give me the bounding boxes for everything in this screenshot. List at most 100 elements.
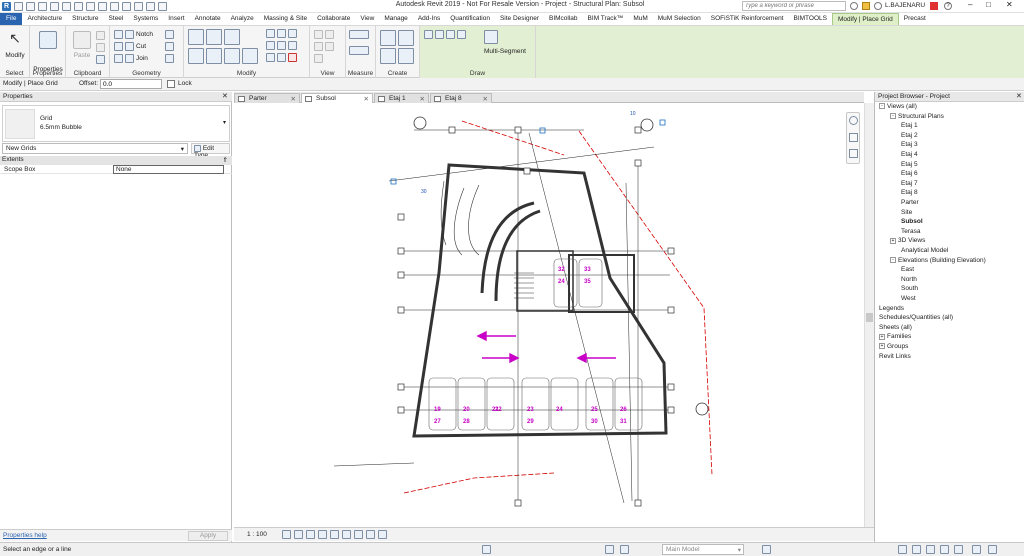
view-scale[interactable]: 1 : 100 (247, 531, 267, 538)
worksets-icon[interactable] (482, 545, 491, 554)
collapse-toggle-icon[interactable]: - (890, 256, 896, 263)
select-links-icon[interactable] (898, 545, 907, 554)
browser-item[interactable]: Etaj 8 (901, 189, 918, 196)
modify-button[interactable]: ↖ Modify (1, 29, 29, 69)
ribbon-tab[interactable]: Annotate (190, 13, 226, 25)
ribbon-tab[interactable]: SOFiSTiK Reinforcement (706, 13, 789, 25)
select-pinned-icon[interactable] (926, 545, 935, 554)
user-name[interactable]: L.BAJENARU (885, 2, 925, 9)
maximize-icon[interactable]: □ (986, 0, 991, 9)
select-box-icon[interactable] (314, 54, 323, 63)
filter-icon[interactable] (325, 42, 334, 51)
paste-button[interactable]: Paste (68, 29, 96, 69)
browser-item[interactable]: Etaj 2 (901, 132, 918, 139)
copy-element-icon[interactable] (206, 48, 222, 64)
notch-button[interactable]: Notch (114, 30, 153, 39)
close-tab-icon[interactable]: ✕ (291, 95, 296, 103)
join-button[interactable]: Join (114, 54, 148, 63)
hide-icon[interactable] (325, 30, 334, 39)
browser-item[interactable]: Etaj 3 (901, 141, 918, 148)
view-tab[interactable]: Parter ✕ (234, 93, 300, 103)
rotate-icon[interactable] (224, 48, 240, 64)
help-icon[interactable]: ? (944, 2, 952, 10)
visual-style-icon[interactable] (294, 530, 303, 539)
ribbon-tab[interactable]: BIM Track™ (583, 13, 629, 25)
close-icon[interactable]: ✕ (1006, 0, 1013, 9)
sync-icon[interactable] (38, 2, 47, 11)
browser-item[interactable]: - Structural Plans (890, 113, 944, 120)
browser-item[interactable]: South (901, 285, 918, 292)
drawing-canvas[interactable]: 32 33 24 35 19 20 21 22 23 24 25 26 27 28 29 30 31 10 30 (234, 103, 864, 527)
ribbon-tab[interactable]: Modify | Place Grid (831, 13, 899, 25)
browser-item[interactable]: + Groups (879, 343, 908, 350)
close-hidden-icon[interactable] (146, 2, 155, 11)
scroll-thumb[interactable] (866, 313, 873, 322)
ribbon-tab[interactable]: BIMTOOLS (789, 13, 832, 25)
ribbon-tab[interactable]: File (0, 13, 23, 25)
trim-multiple-icon[interactable] (277, 53, 286, 62)
ribbon-tab[interactable]: Precast (899, 13, 931, 25)
split-face-icon[interactable] (165, 42, 174, 51)
background-processes-icon[interactable] (988, 545, 997, 554)
shadows-icon[interactable] (318, 530, 327, 539)
lock-checkbox[interactable] (167, 80, 175, 88)
select-panel-label[interactable]: Select (0, 70, 29, 77)
ribbon-tab[interactable]: Steel (104, 13, 129, 25)
split-gap-icon[interactable] (288, 29, 297, 38)
delete-icon[interactable] (288, 53, 297, 62)
active-only-icon[interactable] (620, 545, 629, 554)
pin-icon[interactable] (288, 41, 297, 50)
browser-item[interactable]: Revit Links (879, 353, 911, 360)
undo-icon[interactable] (50, 2, 59, 11)
offset-input[interactable] (100, 79, 162, 89)
close-tab-icon[interactable]: ✕ (483, 95, 488, 103)
expand-toggle-icon[interactable]: + (890, 237, 896, 244)
expand-toggle-icon[interactable]: + (879, 333, 885, 340)
browser-item[interactable]: Etaj 5 (901, 161, 918, 168)
dimension-icon[interactable] (98, 2, 107, 11)
print-icon[interactable] (74, 2, 83, 11)
arc-start-end-icon[interactable] (435, 30, 444, 39)
properties-close-icon[interactable]: ✕ (222, 92, 228, 100)
collapse-toggle-icon[interactable]: - (890, 112, 896, 119)
crop-view-icon[interactable] (330, 530, 339, 539)
view-tab[interactable]: Etaj 8 ✕ (430, 93, 492, 103)
redo-icon[interactable] (62, 2, 71, 11)
ribbon-tab[interactable]: Insert (163, 13, 189, 25)
browser-item[interactable]: Legends (879, 305, 904, 312)
switch-windows-icon[interactable] (158, 2, 167, 11)
view-tab[interactable]: Etaj 1 ✕ (374, 93, 429, 103)
ribbon-tab[interactable]: Massing & Site (259, 13, 312, 25)
browser-item[interactable]: East (901, 266, 914, 273)
create-group-icon[interactable] (380, 48, 396, 64)
model-select[interactable]: Main Model ▾ (662, 544, 744, 555)
browser-item[interactable]: Subsol (901, 218, 923, 225)
unpin-icon[interactable] (277, 29, 286, 38)
copy-icon[interactable] (96, 43, 105, 52)
browser-item[interactable]: + Families (879, 333, 911, 340)
override-graphics-icon[interactable] (314, 30, 323, 39)
browser-item[interactable]: Terasa (901, 228, 921, 235)
detail-level-icon[interactable] (282, 530, 291, 539)
ribbon-tab[interactable]: Analyze (226, 13, 259, 25)
browser-item[interactable]: Schedules/Quantities (all) (879, 314, 953, 321)
apply-button[interactable]: Apply (188, 531, 228, 541)
sun-path-icon[interactable] (306, 530, 315, 539)
collapse-toggle-icon[interactable]: - (879, 103, 885, 110)
revit-logo-icon[interactable]: R (2, 2, 11, 11)
ribbon-tab[interactable]: BIMcollab (544, 13, 583, 25)
move-icon[interactable] (188, 48, 204, 64)
editable-only-icon[interactable] (762, 545, 771, 554)
3d-view-icon[interactable] (122, 2, 131, 11)
properties-help-link[interactable]: Properties help (3, 532, 47, 539)
user-icon[interactable] (874, 2, 882, 10)
floor-plan-drawing[interactable]: 32 3324 3519 20 2122 23 24 25 2627 28 29 30 31 1030 (234, 103, 864, 527)
cut-clipboard-icon[interactable] (96, 31, 105, 40)
browser-item[interactable]: Etaj 6 (901, 170, 918, 177)
ribbon-tab[interactable]: Architecture (22, 13, 67, 25)
browser-item[interactable]: Parter (901, 199, 919, 206)
drag-elements-icon[interactable] (954, 545, 963, 554)
browser-close-icon[interactable]: ✕ (1016, 92, 1022, 100)
split-icon[interactable] (266, 29, 275, 38)
zoom-icon[interactable] (849, 133, 858, 142)
